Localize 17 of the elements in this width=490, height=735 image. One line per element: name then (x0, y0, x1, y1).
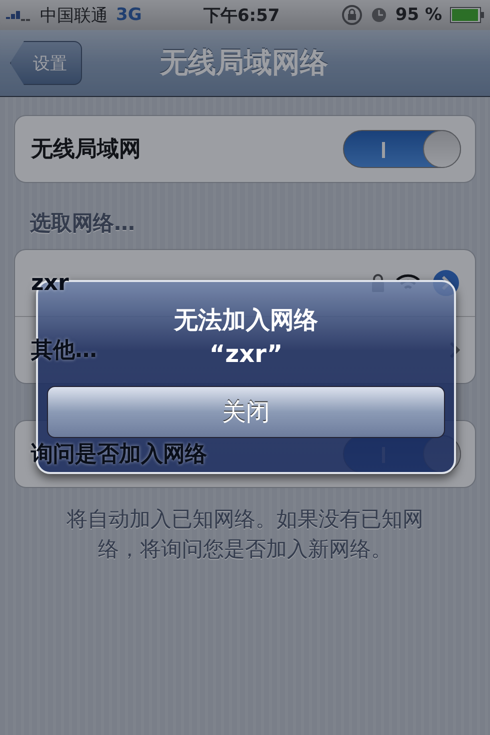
carrier-name: 中国联通 (40, 4, 108, 26)
close-button[interactable]: 关闭 (47, 386, 445, 438)
network-type: 3G (116, 5, 142, 25)
clock-time: 下午6:57 (203, 4, 280, 26)
rotation-lock-icon (341, 4, 364, 26)
battery-icon (450, 7, 484, 23)
setting-label: 无线局域网 (31, 136, 142, 164)
alert-message: “zxr” (209, 340, 283, 368)
alarm-icon (371, 7, 388, 23)
page-title: 无线局域网络 (158, 45, 329, 81)
wifi-switch[interactable] (343, 130, 461, 168)
footnote: 将自动加入已知网络。如果没有已知网络，将询问您是否加入新网络。 (66, 506, 424, 563)
battery-percent: 95 % (395, 5, 442, 25)
section-title: 选取网络… (30, 210, 136, 237)
alert-title: 无法加入网络 (174, 305, 318, 336)
back-button[interactable]: 设置 (10, 41, 82, 85)
signal-icon (6, 9, 32, 21)
